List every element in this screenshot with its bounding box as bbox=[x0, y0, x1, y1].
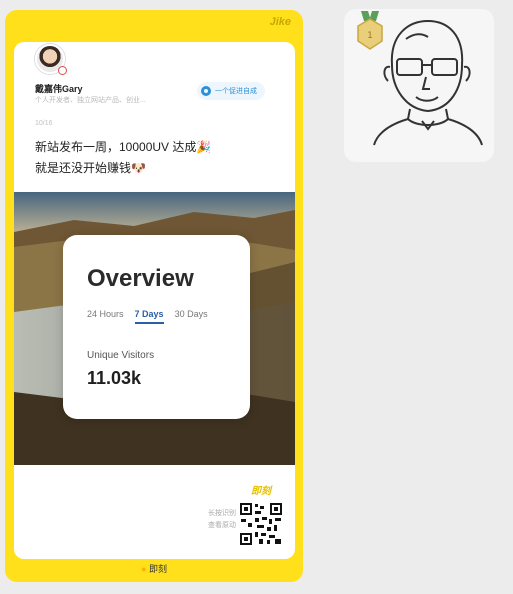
tab-24-hours[interactable]: 24 Hours bbox=[87, 309, 124, 324]
tab-30-days[interactable]: 30 Days bbox=[175, 309, 208, 324]
sticker[interactable]: 1 bbox=[344, 9, 494, 162]
footer-caption: 长按识别 查看原动 bbox=[192, 508, 236, 532]
screenshot: Jike 戴嘉伟Gary 个人开发者、独立网站产品、创业... 一个促进自成 1… bbox=[0, 0, 513, 594]
post-text: 新站发布一周，10000UV 达成🎉 就是还没开始赚钱🐶 bbox=[35, 137, 211, 179]
topic-chip[interactable]: 一个促进自成 bbox=[197, 82, 265, 100]
overview-title: Overview bbox=[87, 265, 194, 292]
svg-text:1: 1 bbox=[367, 31, 373, 41]
share-card[interactable]: 戴嘉伟Gary 个人开发者、独立网站产品、创业... 一个促进自成 10/16 … bbox=[14, 42, 295, 559]
topic-chip-icon bbox=[201, 86, 211, 96]
brand-dot-icon: ● bbox=[141, 564, 147, 574]
footer-brand-logo: 即刻 bbox=[251, 486, 271, 497]
post-line: 就是还没开始赚钱🐶 bbox=[35, 161, 146, 175]
brand-logo-bottom: ● 即刻 bbox=[5, 562, 303, 575]
post-line: 新站发布一周，10000UV 达成🎉 bbox=[35, 140, 212, 154]
metric-label: Unique Visitors bbox=[87, 350, 155, 361]
footer-caption-line: 长按识别 bbox=[208, 510, 236, 517]
range-tabs: 24 Hours 7 Days 30 Days bbox=[87, 309, 208, 324]
brand-logo-top: Jike bbox=[269, 16, 291, 28]
bald-man-with-glasses-sticker: 1 bbox=[357, 11, 483, 146]
author-bio: 个人开发者、独立网站产品、创业... bbox=[35, 97, 146, 104]
metric-value: 11.03k bbox=[87, 368, 142, 388]
overview-card: Overview 24 Hours 7 Days 30 Days Unique … bbox=[63, 235, 250, 419]
qr-code-icon[interactable] bbox=[239, 502, 283, 546]
medal-icon: 1 bbox=[357, 11, 383, 50]
topic-chip-label: 一个促进自成 bbox=[215, 88, 257, 95]
tab-7-days[interactable]: 7 Days bbox=[134, 309, 164, 324]
avatar-badge-icon bbox=[58, 66, 67, 75]
footer-caption-line: 查看原动 bbox=[208, 522, 236, 529]
author-name[interactable]: 戴嘉伟Gary bbox=[35, 82, 83, 95]
share-card-frame: Jike 戴嘉伟Gary 个人开发者、独立网站产品、创业... 一个促进自成 1… bbox=[5, 10, 303, 582]
brand-bottom-label: 即刻 bbox=[148, 564, 167, 574]
post-time: 10/16 bbox=[35, 120, 53, 127]
